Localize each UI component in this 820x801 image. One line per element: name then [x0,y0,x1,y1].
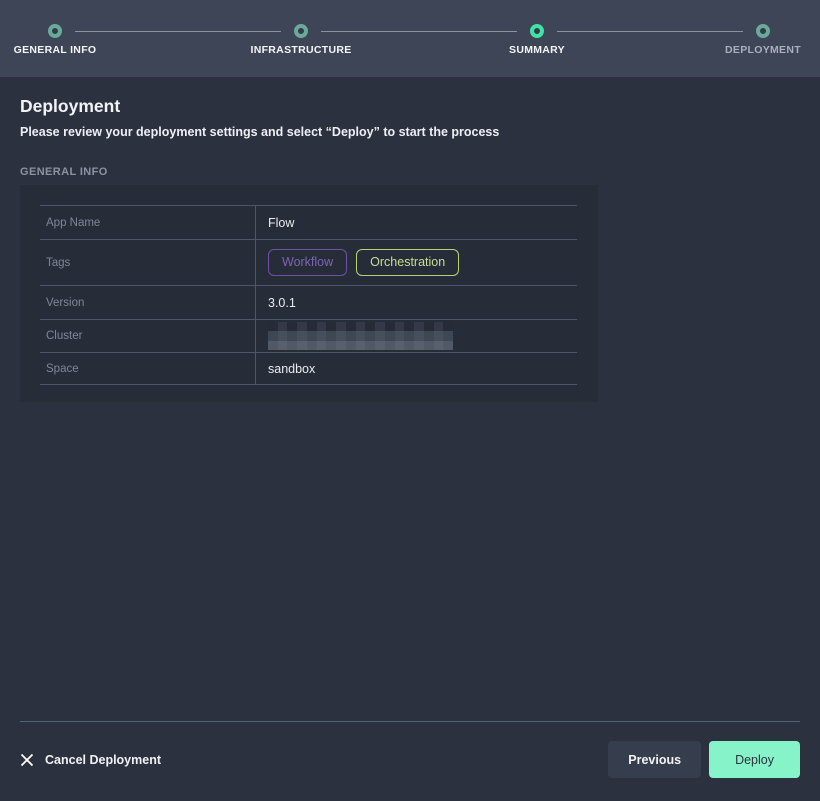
cancel-deployment-button[interactable]: Cancel Deployment [20,753,161,767]
summary-page: Deployment Please review your deployment… [0,96,820,402]
deploy-button[interactable]: Deploy [709,741,800,778]
row-value: Workflow Orchestration [256,240,577,285]
step-summary[interactable]: SUMMARY [462,0,612,56]
step-label: GENERAL INFO [0,44,130,56]
table-row-cluster: Cluster [40,319,577,352]
section-label-general-info: GENERAL INFO [20,166,820,178]
cancel-deployment-label: Cancel Deployment [45,753,161,767]
row-label: Cluster [40,320,256,352]
row-label: Tags [40,240,256,285]
table-row-tags: Tags Workflow Orchestration [40,239,577,285]
summary-card: App Name Flow Tags Workflow Orchestratio… [20,185,598,402]
row-value [256,320,577,352]
table-row-space: Space sandbox [40,352,577,385]
tag-badge-workflow: Workflow [268,249,347,276]
close-icon [20,753,34,767]
footer-actions: Previous Deploy [608,741,800,778]
wizard-footer: Cancel Deployment Previous Deploy [20,721,800,797]
page-title: Deployment [20,96,820,117]
row-value: 3.0.1 [256,286,577,319]
tag-badge-orchestration: Orchestration [356,249,459,276]
step-label: SUMMARY [462,44,612,56]
step-dot-icon [48,24,62,38]
step-general-info[interactable]: GENERAL INFO [0,0,130,56]
table-row-version: Version 3.0.1 [40,285,577,319]
step-label: INFRASTRUCTURE [226,44,376,56]
row-label: Version [40,286,256,319]
previous-button[interactable]: Previous [608,741,701,778]
step-dot-icon [756,24,770,38]
wizard-stepper: GENERAL INFO INFRASTRUCTURE SUMMARY DEPL… [0,0,820,77]
row-label: App Name [40,206,256,239]
row-value: Flow [256,206,577,239]
row-label: Space [40,353,256,384]
table-row-app-name: App Name Flow [40,205,577,239]
cluster-redacted-value [268,322,453,350]
step-deployment[interactable]: DEPLOYMENT [688,0,820,56]
step-dot-icon [530,24,544,38]
step-infrastructure[interactable]: INFRASTRUCTURE [226,0,376,56]
step-dot-icon [294,24,308,38]
page-subtitle: Please review your deployment settings a… [20,125,820,139]
step-label: DEPLOYMENT [688,44,820,56]
row-value: sandbox [256,353,577,384]
